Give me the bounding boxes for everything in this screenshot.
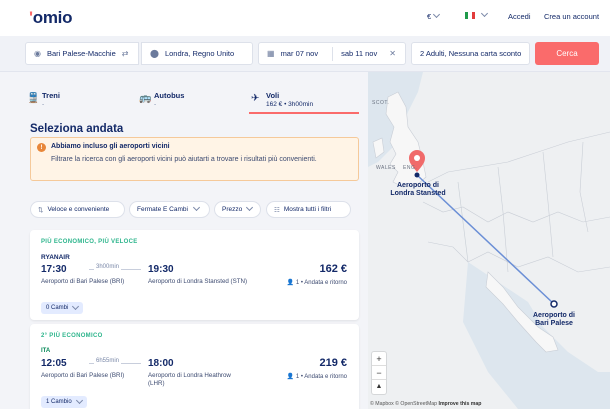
language-selector[interactable] <box>465 9 489 19</box>
person-icon: 👤 <box>286 374 296 380</box>
omio-logo[interactable]: 'omio <box>29 8 72 28</box>
price: 162 € <box>319 263 347 275</box>
chevron-down-icon <box>480 9 489 18</box>
close-icon[interactable]: ✕ <box>389 49 396 58</box>
compass-icon[interactable]: ▲ <box>372 380 386 394</box>
chevron-down-icon <box>72 302 80 310</box>
chevron-down-icon <box>246 203 254 212</box>
calendar-icon: ▦ <box>267 49 275 58</box>
result-card[interactable]: 2° PIÙ ECONOMICO ITA 12:05 6h55min 18:00… <box>30 324 359 409</box>
changes-button[interactable]: 0 Cambi <box>41 302 84 314</box>
departure-airport: Aeroporto di Bari Palese (BRI) <box>41 372 125 379</box>
tab-flights[interactable]: ✈ Voli 162 € • 3h00min <box>249 84 359 114</box>
chevron-down-icon <box>433 10 441 19</box>
arrival-airport: Aeroporto di Londra Heathrow (LHR) <box>148 372 231 387</box>
price-note: 👤 1 • Andata e ritorno <box>286 374 347 380</box>
arrival-airport: Aeroporto di Londra Stansted (STN) <box>148 278 248 285</box>
transport-tabs: 🚆 Treni - 🚌 Autobus - ✈ Voli 162 € • 3h0… <box>25 84 359 116</box>
search-bar: ◉ Bari Palese-Macchie ⇄ ⬤ Londra, Regno … <box>0 36 610 72</box>
passengers-field[interactable]: 2 Adulti, Nessuna carta sconto <box>411 42 530 65</box>
alert-title: Abbiamo incluso gli aeroporti vicini <box>51 143 170 150</box>
price-filter[interactable]: Prezzo <box>214 201 261 218</box>
chevron-down-icon <box>192 203 200 212</box>
route-map[interactable]: SCOT. WALES ENG. Aeroporto di Londra Sta… <box>368 72 610 409</box>
chevron-down-icon <box>75 396 83 404</box>
warning-icon: ! <box>37 143 46 152</box>
map-attribution: © Mapbox © OpenStreetMap Improve this ma… <box>370 401 481 407</box>
scotland-label: SCOT. <box>372 100 390 106</box>
arrival-time: 18:00 <box>148 358 174 369</box>
sliders-icon: ☷ <box>274 206 280 214</box>
top-bar: 'omio € Accedi Crea un account <box>0 0 610 36</box>
pin-icon: ⬤ <box>150 49 159 58</box>
england-label: ENG. <box>403 165 418 171</box>
signup-link[interactable]: Crea un account <box>544 12 599 21</box>
currency-selector[interactable]: € <box>427 10 441 21</box>
origin-field[interactable]: ◉ Bari Palese-Macchie ⇄ <box>25 42 139 65</box>
duration: 3h00min <box>94 264 122 270</box>
person-icon: 👤 <box>286 280 296 286</box>
depart-date[interactable]: mar 07 nov <box>281 49 319 58</box>
plane-icon: ✈ <box>251 93 260 104</box>
improve-map-link[interactable]: Improve this map <box>439 401 482 407</box>
location-icon: ◉ <box>34 49 41 58</box>
attribution-link[interactable]: © Mapbox © OpenStreetMap <box>370 401 437 407</box>
stops-filter[interactable]: Fermate E Cambi <box>129 201 210 218</box>
swap-icon[interactable]: ⇄ <box>122 49 129 58</box>
origin-dot <box>414 172 420 178</box>
italy-flag-icon <box>465 12 475 19</box>
return-date[interactable]: sab 11 nov <box>341 49 377 58</box>
search-button[interactable]: Cerca <box>535 42 599 65</box>
result-badge: 2° PIÙ ECONOMICO <box>41 333 103 339</box>
result-badge: PIÙ ECONOMICO, PIÙ VELOCE <box>41 239 138 245</box>
departure-airport: Aeroporto di Bari Palese (BRI) <box>41 278 125 285</box>
changes-button[interactable]: 1 Cambio <box>41 396 87 408</box>
map-canvas <box>368 72 610 409</box>
train-icon: 🚆 <box>27 93 40 104</box>
price: 219 € <box>319 357 347 369</box>
bus-icon: 🚌 <box>139 93 152 104</box>
page-title: Seleziona andata <box>30 123 124 135</box>
zoom-controls: + − ▲ <box>372 352 386 394</box>
price-note: 👤 1 • Andata e ritorno <box>286 280 347 286</box>
sort-filter[interactable]: ⇅ Veloce e conveniente <box>30 201 125 218</box>
nearby-airports-alert: ! Abbiamo incluso gli aeroporti vicini F… <box>30 137 359 181</box>
tab-trains[interactable]: 🚆 Treni - <box>25 84 133 114</box>
departure-time: 12:05 <box>41 358 67 369</box>
alert-text: Filtrare la ricerca con gli aeroporti vi… <box>51 156 317 163</box>
destination-field[interactable]: ⬤ Londra, Regno Unito <box>141 42 253 65</box>
all-filters-button[interactable]: ☷ Mostra tutti i filtri <box>266 201 351 218</box>
duration: 6h55min <box>94 358 122 364</box>
destination-airport-label: Aeroporto di Bari Palese <box>533 312 575 327</box>
departure-time: 17:30 <box>41 264 67 275</box>
sort-icon: ⇅ <box>38 206 44 214</box>
login-link[interactable]: Accedi <box>508 12 531 21</box>
result-card[interactable]: PIÙ ECONOMICO, PIÙ VELOCE RYANAIR 17:30 … <box>30 230 359 320</box>
airline-logo: RYANAIR <box>41 254 70 261</box>
wales-label: WALES <box>376 165 396 171</box>
destination-dot <box>550 300 558 308</box>
tab-buses[interactable]: 🚌 Autobus - <box>137 84 245 114</box>
date-field[interactable]: ▦ mar 07 nov sab 11 nov ✕ <box>258 42 406 65</box>
airline-logo: ITA <box>41 348 51 354</box>
origin-airport-label: Aeroporto di Londra Stansted <box>390 182 446 197</box>
zoom-out-button[interactable]: − <box>372 366 386 380</box>
arrival-time: 19:30 <box>148 264 174 275</box>
zoom-in-button[interactable]: + <box>372 352 386 366</box>
